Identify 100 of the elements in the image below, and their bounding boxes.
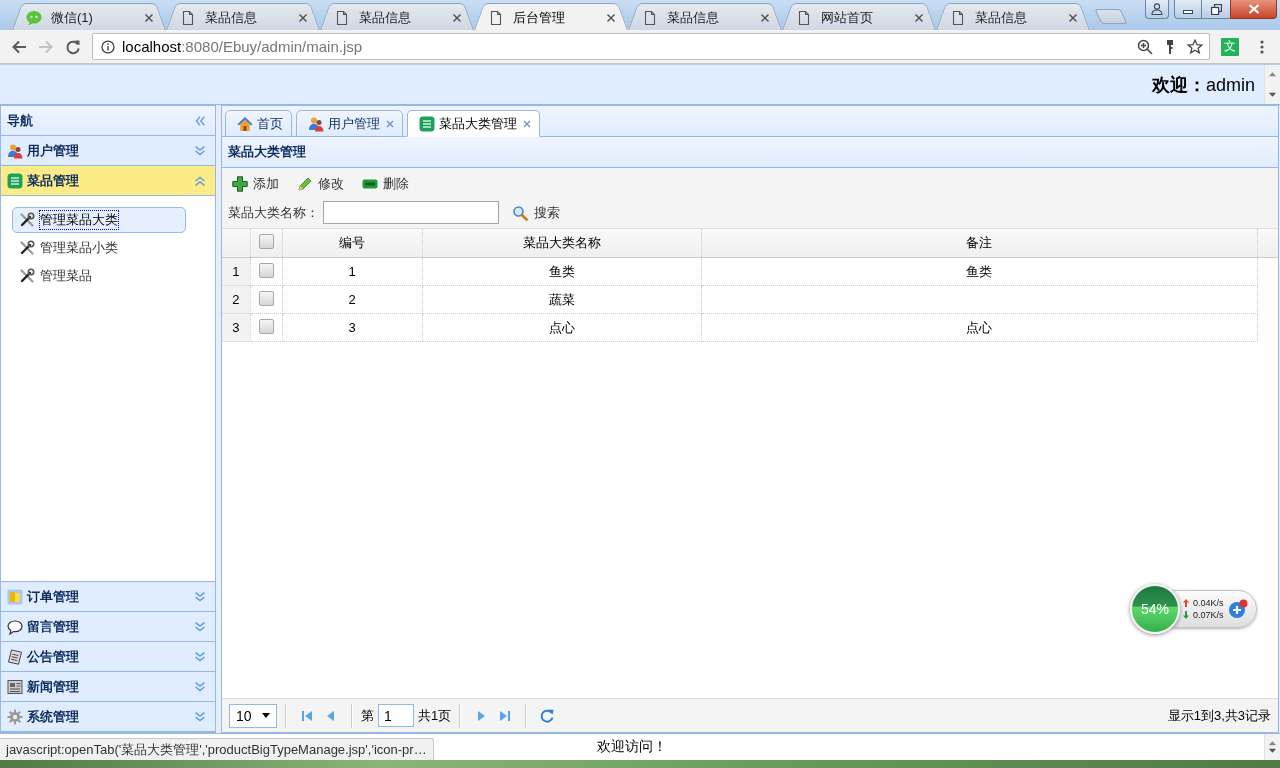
- row-number: 1: [222, 257, 250, 286]
- cards-icon: [7, 588, 23, 605]
- chevron-double-left-icon[interactable]: [193, 113, 207, 128]
- browser-tab[interactable]: 后台管理: [474, 3, 628, 30]
- close-icon[interactable]: [298, 12, 308, 23]
- checkbox[interactable]: [258, 262, 274, 278]
- close-icon[interactable]: [523, 119, 531, 128]
- caret-icon: [262, 713, 270, 718]
- search-field[interactable]: [323, 201, 499, 224]
- chat-bubble-icon: [26, 9, 42, 26]
- table-cell: 1: [282, 257, 422, 286]
- close-window-button[interactable]: [1230, 0, 1277, 19]
- browser-tab[interactable]: 微信(1): [12, 3, 166, 30]
- pencil-icon: [297, 176, 313, 192]
- browser-tab[interactable]: 菜品信息: [320, 3, 474, 30]
- tools-icon: [19, 268, 35, 284]
- accordion-header[interactable]: 菜品管理: [1, 166, 215, 196]
- tools-icon: [19, 240, 35, 256]
- remove-button[interactable]: 删除: [358, 173, 413, 195]
- scroll-up-icon[interactable]: [1268, 71, 1277, 77]
- close-icon[interactable]: [606, 12, 616, 23]
- tree-item[interactable]: 管理菜品小类: [12, 235, 186, 261]
- close-icon[interactable]: [914, 12, 924, 23]
- tab[interactable]: 用户管理: [296, 110, 403, 137]
- column-header[interactable]: 编号: [282, 229, 422, 258]
- sidebar-title: 导航: [7, 111, 34, 130]
- accordion-header[interactable]: 订单管理: [1, 582, 215, 612]
- close-icon: [1247, 4, 1260, 14]
- minimize-button[interactable]: [1174, 0, 1201, 19]
- address-bar[interactable]: localhost:8080/Ebuy/admin/main.jsp: [92, 33, 1210, 60]
- tree-item[interactable]: 管理菜品大类: [12, 207, 186, 233]
- accordion-header[interactable]: 系统管理: [1, 702, 215, 732]
- chevron-double-down-icon[interactable]: [193, 649, 207, 664]
- table-cell: 蔬菜: [422, 285, 701, 314]
- scroll-down-icon[interactable]: [1268, 92, 1277, 98]
- scrollbar[interactable]: [1264, 734, 1280, 760]
- speech-bubble-icon: [7, 618, 23, 635]
- add-button[interactable]: 添加: [228, 173, 283, 195]
- page-icon: [796, 9, 812, 26]
- tab[interactable]: 首页: [225, 110, 292, 137]
- panel-title: 菜品大类管理: [228, 143, 306, 161]
- table-cell: 2: [282, 285, 422, 314]
- add-icon: [232, 176, 248, 192]
- menu-icon[interactable]: [1260, 39, 1264, 54]
- page-icon: [488, 9, 504, 26]
- welcome-text: 欢迎：admin: [1151, 73, 1255, 97]
- search-button[interactable]: 搜索: [508, 201, 564, 224]
- scrollbar[interactable]: [1264, 65, 1280, 104]
- close-icon[interactable]: [1068, 12, 1078, 23]
- restore-icon: [1210, 3, 1222, 15]
- close-icon[interactable]: [386, 119, 394, 128]
- table-cell: 3: [282, 313, 422, 342]
- accordion-header[interactable]: 公告管理: [1, 642, 215, 672]
- page-size-select[interactable]: 10: [229, 703, 277, 728]
- tab[interactable]: 菜品大类管理: [407, 110, 540, 137]
- zoom-icon[interactable]: [1137, 38, 1153, 55]
- chevron-double-down-icon[interactable]: [193, 589, 207, 604]
- close-icon[interactable]: [452, 12, 462, 23]
- checkbox[interactable]: [258, 290, 274, 306]
- browser-tab[interactable]: 菜品信息: [628, 3, 782, 30]
- row-number: 3: [222, 313, 250, 342]
- user-icon: [1151, 3, 1163, 15]
- column-header[interactable]: 菜品大类名称: [422, 229, 701, 258]
- footer-text: 欢迎访问！: [597, 738, 667, 756]
- chevron-double-down-icon[interactable]: [193, 619, 207, 634]
- tree-item[interactable]: 管理菜品: [12, 263, 186, 289]
- browser-tab[interactable]: 菜品信息: [166, 3, 320, 30]
- accordion-header[interactable]: 新闻管理: [1, 672, 215, 702]
- plus-icon[interactable]: [1227, 599, 1248, 619]
- search-label: 菜品大类名称：: [228, 203, 319, 222]
- accordion-header[interactable]: 留言管理: [1, 612, 215, 642]
- restore-button[interactable]: [1201, 0, 1230, 19]
- checkbox[interactable]: [258, 318, 274, 334]
- close-icon[interactable]: [144, 12, 154, 23]
- list-icon: [7, 172, 23, 189]
- scroll-up-icon[interactable]: [1268, 740, 1277, 746]
- close-icon[interactable]: [760, 12, 770, 23]
- edit-button[interactable]: 修改: [293, 173, 348, 195]
- star-icon[interactable]: [1187, 38, 1203, 55]
- browser-tab[interactable]: 网站首页: [782, 3, 936, 30]
- accordion-header[interactable]: 用户管理: [1, 136, 215, 166]
- chevron-double-down-icon[interactable]: [193, 709, 207, 724]
- refresh-icon[interactable]: [539, 707, 556, 724]
- page-icon: [950, 9, 966, 26]
- scroll-down-icon[interactable]: [1268, 748, 1277, 754]
- profile-button[interactable]: [1145, 0, 1169, 19]
- page-number-field[interactable]: 1: [378, 704, 414, 727]
- down-arrow-icon: [1183, 611, 1189, 619]
- browser-tab[interactable]: 菜品信息: [936, 3, 1090, 30]
- checkbox[interactable]: [258, 234, 274, 249]
- forward-arrow-icon: [37, 38, 54, 55]
- row-number: 2: [222, 285, 250, 314]
- new-tab-button[interactable]: [1094, 9, 1128, 24]
- list-icon: [419, 115, 435, 132]
- info-icon[interactable]: [101, 39, 115, 54]
- url-text: localhost:8080/Ebuy/admin/main.jsp: [122, 38, 363, 55]
- chevron-double-down-icon[interactable]: [193, 679, 207, 694]
- column-header[interactable]: 备注: [701, 229, 1257, 258]
- chevron-double-down-icon[interactable]: [193, 143, 207, 158]
- page-icon: [642, 9, 658, 26]
